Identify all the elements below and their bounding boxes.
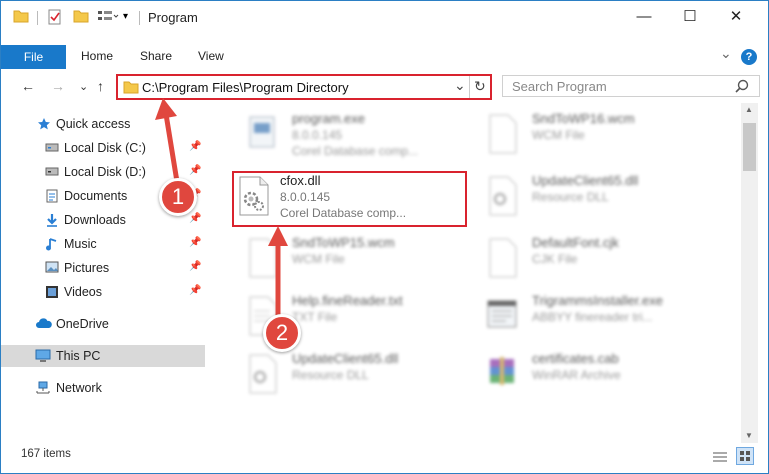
search-input[interactable]: Search Program: [512, 79, 607, 94]
title-bar: ▾ Program — ☐ ✕: [1, 1, 768, 33]
customize-toolbar-icon[interactable]: [97, 9, 119, 28]
tab-view[interactable]: View: [198, 49, 224, 63]
drive-icon: [45, 141, 59, 153]
list-item[interactable]: DefaultFont.cjk CJK File: [464, 231, 704, 287]
star-icon: [37, 117, 51, 130]
address-dropdown-icon[interactable]: ⌄: [454, 77, 466, 94]
folder-icon: [123, 80, 139, 99]
vertical-scrollbar[interactable]: ▲ ▼: [741, 103, 758, 443]
search-box[interactable]: Search Program: [502, 75, 760, 97]
address-path[interactable]: C:\Program Files\Program Directory: [142, 80, 349, 95]
file-icon: [484, 113, 520, 155]
tab-home[interactable]: Home: [81, 49, 113, 63]
ribbon-tabs: Home Share View ⌄ ?: [1, 45, 768, 69]
maximize-button[interactable]: ☐: [667, 1, 713, 31]
list-item[interactable]: certificates.cab WinRAR Archive: [464, 347, 704, 403]
arrow-2-head: [268, 226, 288, 246]
scroll-up-icon[interactable]: ▲: [745, 105, 753, 114]
up-button[interactable]: ↑: [97, 78, 104, 94]
list-item[interactable]: SndToWP16.wcm WCM File: [464, 107, 704, 163]
arrow-1-head: [155, 98, 177, 120]
window-title: Program: [148, 10, 198, 25]
back-button[interactable]: ←: [21, 78, 35, 94]
step-2-badge: 2: [263, 314, 301, 352]
step-1-badge: 1: [159, 178, 197, 216]
pictures-icon: [45, 261, 59, 273]
new-folder-icon[interactable]: [73, 9, 89, 28]
network-icon: [35, 381, 50, 394]
computer-icon: [35, 349, 51, 362]
recent-locations-button[interactable]: ⌄: [79, 80, 88, 93]
status-bar: 167 items: [1, 445, 768, 473]
downloads-icon: [45, 213, 59, 227]
drive-icon: [45, 165, 59, 177]
cloud-icon: [35, 317, 52, 329]
annotation-arrows: [155, 98, 288, 324]
item-count: 167 items: [21, 448, 71, 460]
scroll-down-icon[interactable]: ▼: [745, 431, 753, 440]
help-icon[interactable]: ?: [741, 49, 757, 65]
folder-icon: [13, 9, 29, 28]
large-icons-view-icon[interactable]: [736, 447, 754, 465]
music-icon: [45, 237, 59, 251]
search-icon[interactable]: [735, 79, 749, 98]
explorer-window: ▾ Program — ☐ ✕ File Home Share View ⌄ ?…: [0, 0, 769, 474]
details-view-icon[interactable]: [712, 450, 728, 469]
properties-icon[interactable]: [47, 9, 63, 30]
file-icon: [484, 237, 520, 279]
archive-icon: [484, 353, 520, 395]
dll-gear-icon: [484, 175, 520, 217]
tab-share[interactable]: Share: [140, 49, 172, 63]
list-item[interactable]: TrigrammsInstaller.exe ABBYY finereader …: [464, 289, 704, 345]
videos-icon: [45, 285, 59, 298]
close-button[interactable]: ✕: [713, 1, 759, 31]
exe-icon: [484, 295, 520, 337]
forward-button[interactable]: →: [51, 78, 65, 94]
list-item[interactable]: UpdateClient65.dll Resource DLL: [464, 169, 704, 225]
refresh-icon[interactable]: ↻: [474, 78, 486, 95]
documents-icon: [45, 189, 59, 203]
expand-ribbon-icon[interactable]: ⌄: [720, 45, 732, 62]
minimize-button[interactable]: —: [621, 1, 667, 31]
chevron-down-icon[interactable]: ▾: [123, 11, 128, 22]
scroll-thumb[interactable]: [743, 123, 756, 171]
